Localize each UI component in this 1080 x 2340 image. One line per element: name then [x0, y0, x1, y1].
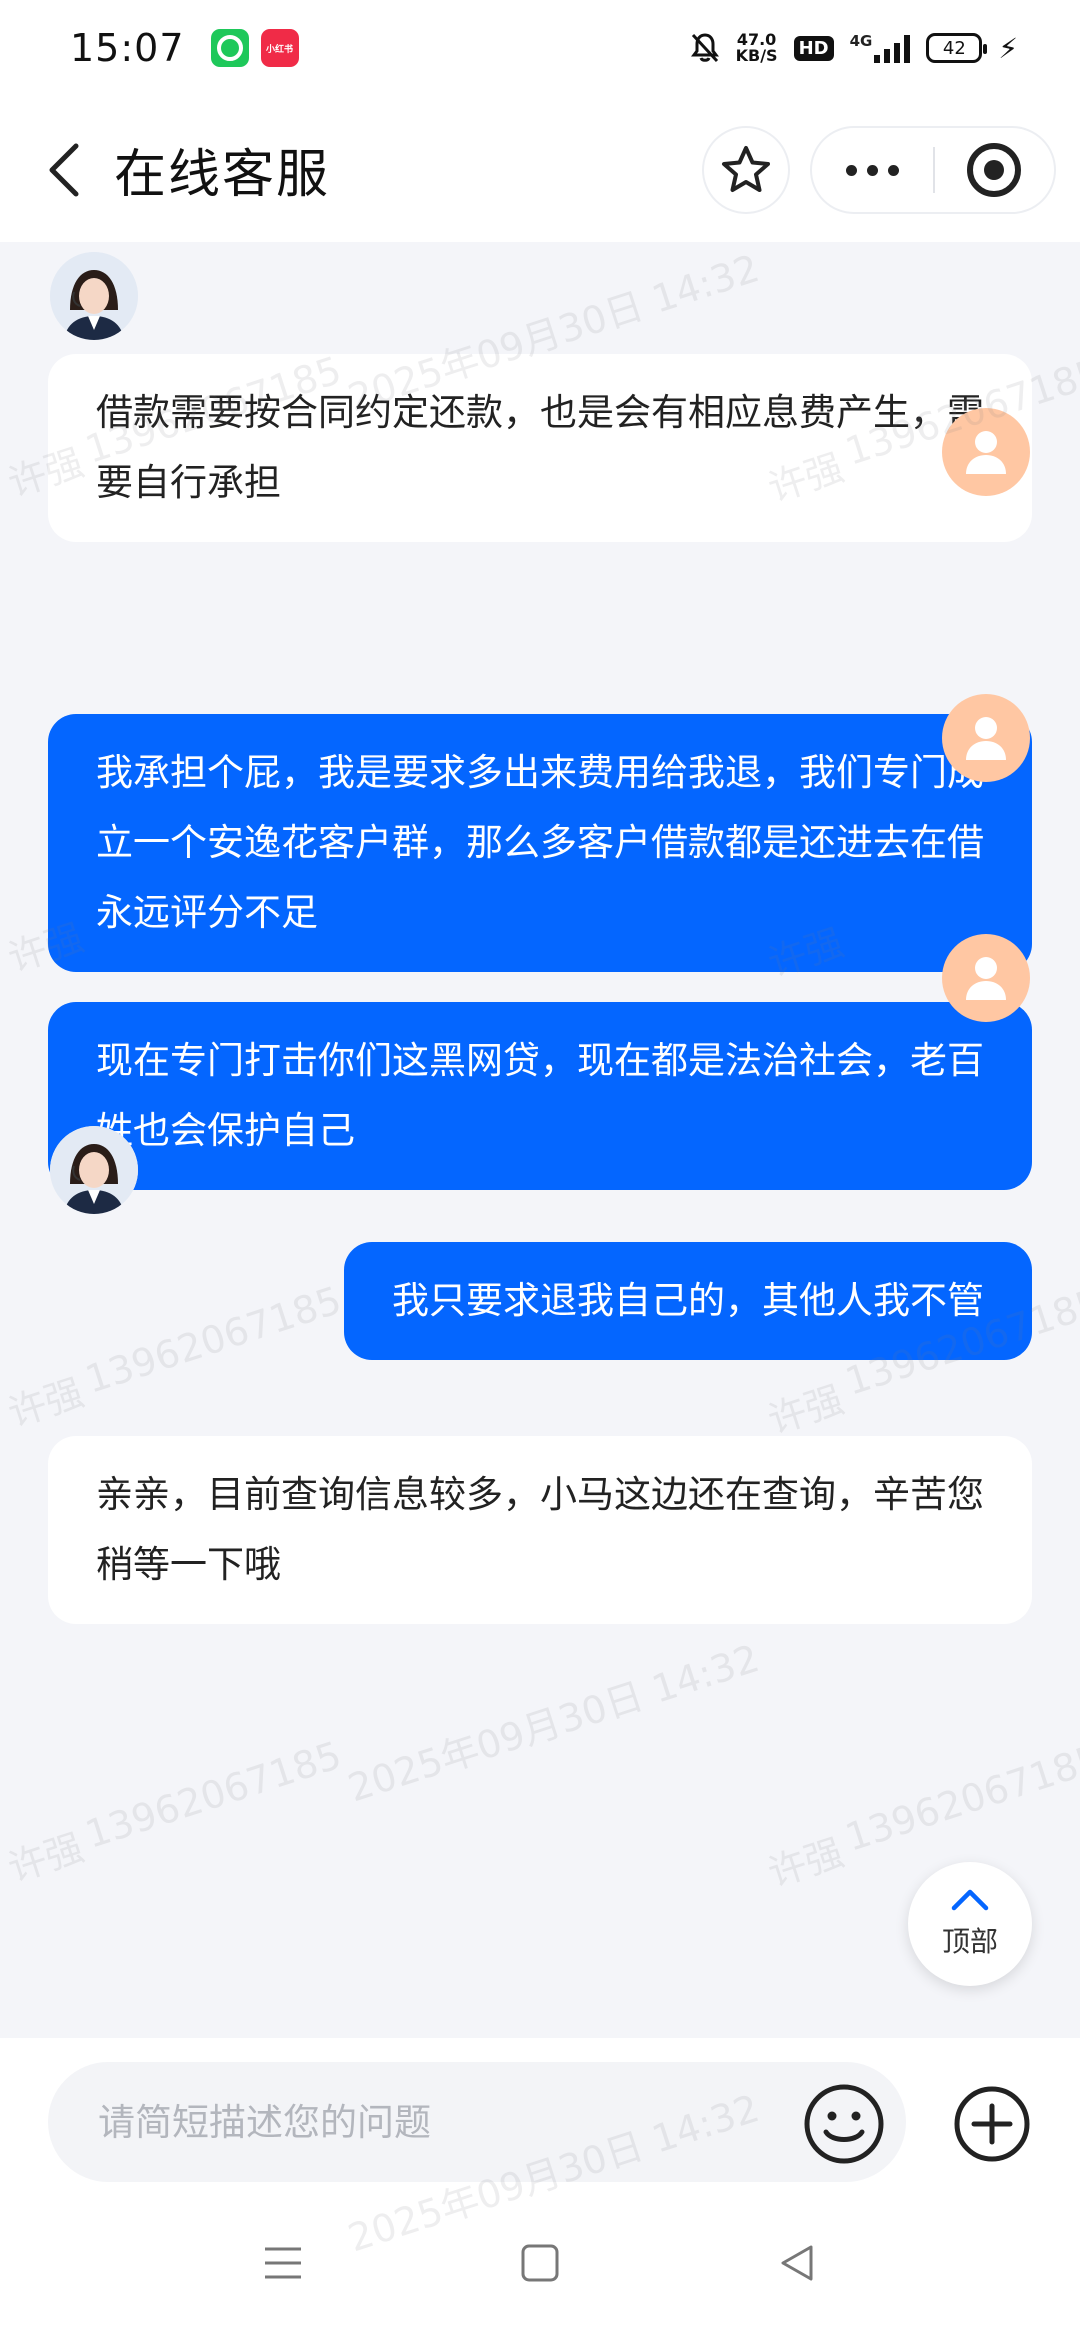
header: 在线客服 [0, 96, 1080, 242]
emoji-icon[interactable] [802, 2082, 886, 2166]
system-nav-bar [0, 2188, 1080, 2340]
message-bubble-agent: 借款需要按合同约定还款，也是会有相应息费产生，需要自行承担 [48, 354, 1032, 542]
wechat-notification-icon [210, 29, 249, 67]
message-text: 我只要求退我自己的，其他人我不管 [392, 1279, 984, 1322]
user-avatar [942, 934, 1030, 1022]
chevron-left-icon [49, 143, 79, 197]
net-speed: 47.0 KB/S [736, 32, 778, 64]
charging-icon: ⚡ [998, 31, 1018, 65]
back-button[interactable] [36, 140, 92, 200]
user-person-icon [966, 431, 1006, 474]
status-indicators: 47.0 KB/S HD 4G 42 ⚡ [690, 32, 1018, 65]
agent-avatar [50, 1126, 138, 1214]
user-person-icon [966, 957, 1006, 1000]
message-input[interactable] [48, 2062, 906, 2182]
nav-back-button[interactable] [762, 2228, 832, 2298]
mute-bell-icon [690, 33, 719, 63]
message-text: 借款需要按合同约定还款，也是会有相应息费产生，需要自行承担 [96, 391, 984, 504]
status-bar: 15:07 小红书 47.0 KB/S HD 4G 42 ⚡ [0, 0, 1080, 96]
network-type: 4G [849, 32, 873, 50]
hd-badge: HD [793, 35, 834, 61]
nav-menu-button[interactable] [248, 2228, 318, 2298]
status-time: 15:07 [70, 26, 185, 70]
chat-area[interactable]: 借款需要按合同约定还款，也是会有相应息费产生，需要自行承担 我承担个屁，我是要求… [0, 242, 1080, 2038]
square-home-icon [521, 2244, 559, 2282]
user-avatar [942, 694, 1030, 782]
page: 15:07 小红书 47.0 KB/S HD 4G 42 ⚡ 在线客服 借款需要… [0, 0, 1080, 2340]
agent-avatar-icon [50, 1126, 138, 1214]
message-bubble-user: 现在专门打击你们这黑网贷，现在都是法治社会，老百姓也会保护自己 [48, 1002, 1032, 1190]
more-dot-icon [888, 164, 899, 176]
nav-home-button[interactable] [505, 2228, 575, 2298]
plus-circle-icon[interactable] [952, 2084, 1032, 2164]
more-dot-icon [867, 164, 878, 176]
input-bar [0, 2038, 1080, 2188]
message-bubble-user: 我承担个屁，我是要求多出来费用给我退，我们专门成立一个安逸花客户群，那么多客户借… [48, 714, 1032, 972]
target-circle-icon [967, 143, 1022, 197]
signal-bars [874, 33, 911, 63]
menu-icon [265, 2247, 301, 2279]
message-text: 亲亲，目前查询信息较多，小马这边还在查询，辛苦您稍等一下哦 [96, 1473, 984, 1586]
close-miniapp-button[interactable] [935, 128, 1054, 212]
message-text: 我承担个屁，我是要求多出来费用给我退，我们专门成立一个安逸花客户群，那么多客户借… [96, 751, 984, 934]
agent-avatar [50, 252, 138, 340]
message-bubble-agent: 亲亲，目前查询信息较多，小马这边还在查询，辛苦您稍等一下哦 [48, 1436, 1032, 1624]
message-text: 现在专门打击你们这黑网贷，现在都是法治社会，老百姓也会保护自己 [96, 1039, 984, 1152]
scroll-to-top-button[interactable]: 顶部 [908, 1862, 1032, 1986]
user-avatar [942, 408, 1030, 496]
net-speed-unit: KB/S [735, 46, 778, 65]
battery-icon: 42 [926, 33, 988, 63]
favorite-button[interactable] [702, 126, 790, 214]
page-title: 在线客服 [114, 145, 331, 205]
star-icon [722, 146, 770, 192]
xiaohongshu-notification-icon: 小红书 [260, 29, 299, 67]
signal-icon: 4G [850, 33, 911, 63]
user-person-icon [966, 717, 1006, 760]
battery-level: 42 [942, 37, 966, 59]
more-button[interactable] [812, 128, 933, 212]
triangle-back-icon [781, 2245, 813, 2281]
more-dot-icon [846, 164, 857, 176]
message-bubble-user: 我只要求退我自己的，其他人我不管 [344, 1242, 1032, 1360]
scroll-to-top-label: 顶部 [941, 1925, 998, 1958]
agent-avatar-icon [50, 252, 138, 340]
chevron-up-icon [951, 1889, 989, 1911]
miniapp-capsule [810, 126, 1056, 214]
